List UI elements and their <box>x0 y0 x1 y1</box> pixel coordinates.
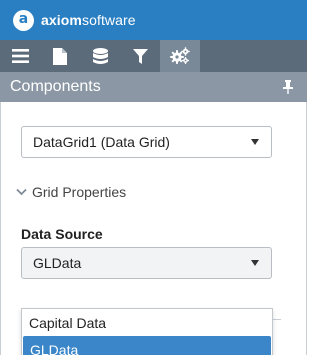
pin-icon[interactable] <box>282 80 294 94</box>
tool-database[interactable] <box>80 40 120 72</box>
panel-title: Components <box>10 78 101 95</box>
logo-letter: a <box>18 11 29 27</box>
brand-rest: software <box>81 12 136 28</box>
caret-down-icon <box>251 260 259 266</box>
filter-icon <box>132 48 148 64</box>
logo-icon: a <box>13 9 34 31</box>
caret-down-icon <box>251 139 259 145</box>
dropdown-option-selected[interactable]: GLData <box>23 336 271 355</box>
dropdown-option[interactable]: Capital Data <box>22 309 272 336</box>
panel-body: DataGrid1 (Data Grid) Grid Properties Da… <box>0 102 307 355</box>
data-source-select[interactable]: GLData <box>21 247 272 279</box>
toolbar <box>0 40 307 72</box>
component-select[interactable]: DataGrid1 (Data Grid) <box>21 126 272 158</box>
data-source-dropdown: Capital Data GLData <box>21 308 273 355</box>
brand-bold: axiom <box>41 12 82 28</box>
panel-header: Components <box>0 72 307 102</box>
grid-properties-toggle[interactable]: Grid Properties <box>16 184 126 200</box>
component-select-value: DataGrid1 (Data Grid) <box>33 134 170 150</box>
grid-properties-label: Grid Properties <box>32 184 127 200</box>
document-icon <box>53 47 67 65</box>
menu-icon <box>11 49 29 63</box>
chevron-down-icon <box>16 188 27 196</box>
data-source-label: Data Source <box>21 226 103 242</box>
tool-document[interactable] <box>40 40 80 72</box>
tool-filter[interactable] <box>120 40 160 72</box>
brand-name: axiomsoftware <box>41 12 136 28</box>
tool-menu[interactable] <box>0 40 40 72</box>
tool-gears[interactable] <box>160 40 200 72</box>
gears-icon <box>170 47 190 64</box>
app-header: a axiomsoftware <box>0 0 307 40</box>
database-icon <box>92 47 108 64</box>
data-source-select-value: GLData <box>33 255 82 271</box>
